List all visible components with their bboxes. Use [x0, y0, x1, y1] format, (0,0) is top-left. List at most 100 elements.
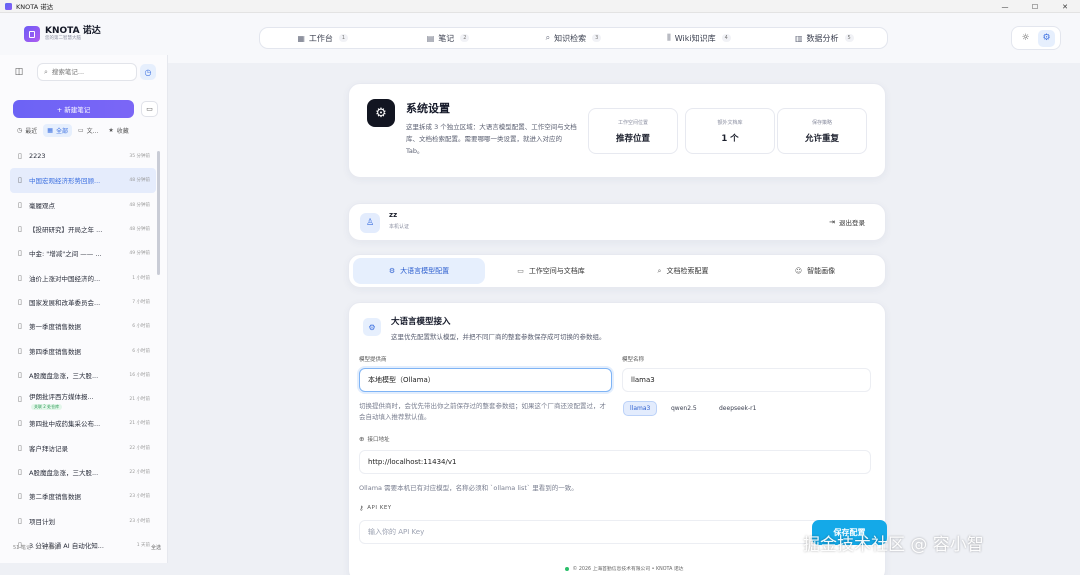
filter-label: 文...	[86, 127, 99, 135]
note-list-item[interactable]: ▯ 第一季度销售数据 6 小时前	[10, 314, 156, 338]
document-icon: ▯	[18, 200, 22, 209]
tab-retrieval[interactable]: ⌕ 文档检索配置	[617, 258, 749, 284]
star-icon: ★	[108, 126, 114, 134]
nav-label: 工作台	[308, 33, 333, 43]
section-description: 这里优先配置默认模型，并把不同厂商的整套参数保存成可切换的参数组。	[391, 333, 606, 341]
note-title: 【投研研究】开局之年 ...	[29, 226, 103, 235]
nav-label: Wiki知识库	[674, 33, 716, 43]
filter-folder[interactable]: ▭ 文...	[74, 124, 102, 137]
endpoint-input[interactable]	[368, 458, 870, 466]
nav-knowledge-search[interactable]: ⌕ 知识检索 3	[511, 33, 636, 44]
maximize-icon[interactable]: ☐	[1020, 0, 1050, 13]
page-footer: © 2026 上海首勤信息技术有限公司 • KNOTA 诺达	[168, 562, 1080, 575]
note-list-item[interactable]: ▯ 2223 35 分钟前	[10, 144, 156, 168]
cpu-icon: ⚙	[388, 267, 396, 275]
note-list-item[interactable]: ▯ 第四季度销售数据 6 小时前	[10, 338, 156, 362]
note-list-item[interactable]: ▯ 油价上涨对中国经济的... 1 小时前	[10, 265, 156, 289]
model-chip-llama3[interactable]: llama3	[623, 401, 658, 416]
document-icon: ▯	[18, 152, 22, 161]
note-list-item[interactable]: ▯ 第四批中成药集采公布... 21 小时前	[10, 411, 156, 435]
document-icon: ▯	[18, 443, 22, 452]
note-list-item[interactable]: ▯ 中国宏观经济形势回顾... 48 分钟前	[10, 168, 156, 193]
endpoint-field[interactable]	[359, 450, 871, 474]
note-time: 7 小时前	[132, 299, 150, 305]
history-clock-icon[interactable]: ◷	[140, 64, 156, 80]
brand[interactable]: KNOTA 诺达 您的第二智慧大脑	[24, 26, 101, 42]
clock-icon: ◷	[17, 126, 23, 134]
nav-workbench[interactable]: ▦ 工作台 1	[260, 33, 385, 44]
model-chip-qwen[interactable]: qwen2.5	[665, 401, 703, 416]
note-time: 49 分钟前	[129, 251, 150, 257]
theme-toggle-icon[interactable]: ☼	[1017, 30, 1034, 47]
note-time: 1 小时前	[132, 275, 150, 281]
tab-profile[interactable]: ☺ 智能画像	[749, 258, 881, 284]
filter-favorites[interactable]: ★ 收藏	[104, 124, 132, 137]
select-all-link[interactable]: 全选	[151, 544, 161, 551]
filter-recent[interactable]: ◷ 最近	[13, 124, 41, 137]
model-name-input[interactable]	[631, 376, 870, 384]
api-key-input[interactable]	[368, 528, 870, 536]
settings-gear-icon: ⚙	[367, 99, 395, 127]
search-icon: ⌕	[545, 33, 551, 42]
new-note-button[interactable]: + 新建笔记	[13, 100, 134, 118]
chart-icon: ▥	[794, 33, 803, 43]
note-list-item[interactable]: ▯ A股魔盘急涨，三大股... 22 小时前	[10, 460, 156, 484]
note-list-item[interactable]: ▯ 项目计划 23 小时前	[10, 508, 156, 532]
sidebar-toggle-icon[interactable]: ◫	[13, 66, 25, 78]
model-chip-deepseek[interactable]: deepseek-r1	[713, 401, 762, 416]
provider-value: 本地模型（Ollama）	[368, 376, 435, 384]
settings-gear-icon[interactable]: ⚙	[1038, 29, 1055, 47]
document-icon: ▯	[18, 395, 22, 404]
brand-logo-icon	[24, 26, 40, 42]
provider-select[interactable]: 本地模型（Ollama）	[359, 368, 612, 392]
note-list-item[interactable]: ▯ 国家发展和改革委员会... 7 小时前	[10, 290, 156, 314]
logout-icon: ⇥	[829, 218, 835, 226]
note-list-item[interactable]: ▯ 【投研研究】开局之年 ... 48 分钟前	[10, 217, 156, 241]
new-folder-icon[interactable]: ▭	[141, 101, 158, 117]
minimize-icon[interactable]: —	[990, 0, 1020, 13]
note-list: ▯ 2223 35 分钟前 ▯ 中国宏观经济形势回顾... 48 分钟前 ▯ 毫履观点 48…	[10, 144, 156, 557]
note-list-item[interactable]: ▯ 中金: "增减"之间 —— ... 49 分钟前	[10, 241, 156, 265]
user-avatar-icon: ♙	[360, 213, 380, 233]
note-list-item[interactable]: ▯ A股魔盘急涨，三大股... 16 小时前	[10, 363, 156, 387]
nav-shortcut-badge: 1	[338, 34, 349, 42]
library-icon: ⫼	[667, 33, 671, 42]
filter-all[interactable]: ▦ 全部	[43, 123, 72, 137]
close-icon[interactable]: ✕	[1050, 0, 1080, 13]
tab-workspace[interactable]: ▭ 工作空间与文档库	[485, 258, 617, 284]
model-name-label: 模型名称	[622, 357, 645, 363]
api-key-field[interactable]	[359, 520, 871, 544]
nav-data-analysis[interactable]: ▥ 数据分析 5	[762, 33, 887, 44]
user-name: zz	[389, 211, 398, 219]
nav-wiki[interactable]: ⫼ Wiki知识库 4	[636, 33, 761, 44]
note-list-item[interactable]: ▯ 客户拜访记录 22 小时前	[10, 436, 156, 460]
note-title: 中金: "增减"之间 —— ...	[29, 250, 102, 259]
sidebar-scrollbar[interactable]	[157, 151, 160, 275]
nav-notes[interactable]: ▤ 笔记 2	[385, 33, 510, 44]
section-title: 大语言模型接入	[391, 317, 451, 327]
document-icon: ▯	[18, 492, 22, 501]
document-icon: ▯	[18, 249, 22, 258]
note-list-item[interactable]: ▯ 伊朗批评西方媒体报... 21 小时前 关联 2 处仓库	[10, 387, 156, 411]
stat-label: 保存策略	[811, 120, 832, 126]
note-list-item[interactable]: ▯ 毫履观点 48 分钟前	[10, 193, 156, 217]
filter-label: 最近	[25, 127, 38, 135]
note-link-badge: 关联 2 处仓库	[31, 404, 63, 411]
note-title: 2223	[29, 152, 46, 161]
tab-llm-config[interactable]: ⚙ 大语言模型配置	[353, 258, 485, 284]
document-icon: ▯	[18, 346, 22, 355]
note-time: 23 小时前	[129, 518, 150, 524]
logout-button[interactable]: ⇥ 退出登录	[829, 217, 865, 227]
note-time: 6 小时前	[132, 348, 150, 354]
note-filters: ◷ 最近 ▦ 全部 ▭ 文... ★ 收藏	[13, 123, 163, 137]
filter-label: 收藏	[116, 127, 129, 135]
endpoint-hint: Ollama 需要本机已有对应模型，名称必须和 `ollama list` 里看…	[359, 484, 578, 492]
note-title: 中国宏观经济形势回顾...	[29, 177, 101, 186]
logout-label: 退出登录	[839, 219, 865, 227]
model-name-field[interactable]	[622, 368, 871, 392]
note-search-input[interactable]	[51, 68, 132, 76]
brand-subtitle: 您的第二智慧大脑	[45, 36, 81, 41]
note-list-item[interactable]: ▯ 第二季度销售数据 23 小时前	[10, 484, 156, 508]
note-search-box[interactable]: ⌕	[37, 63, 137, 81]
brand-name: KNOTA 诺达	[45, 26, 101, 36]
